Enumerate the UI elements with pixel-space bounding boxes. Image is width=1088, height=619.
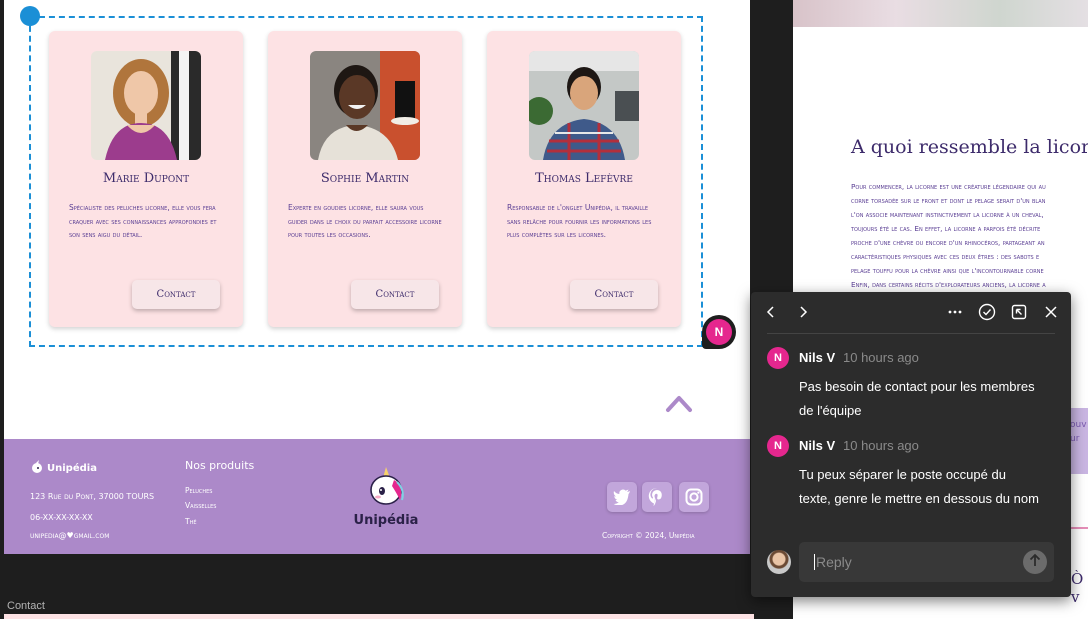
article-line: l'on associe maintenant instinctivement …	[851, 210, 1044, 219]
avatar: N	[767, 435, 789, 457]
comment-author: Nils V	[799, 350, 836, 365]
design-frame-team[interactable]: Marie Dupont Spécialiste des peluches li…	[4, 0, 750, 554]
footer-address: 123 Rue du Pont, 37000 TOURS	[30, 492, 155, 501]
pinterest-icon[interactable]	[642, 482, 672, 512]
member-description: Spécialiste des peluches licorne, elle v…	[69, 203, 217, 239]
article-title: A quoi ressemble la licorne?	[851, 136, 1088, 158]
site-footer: Unipédia 123 Rue du Pont, 37000 TOURS 06…	[4, 439, 750, 554]
selection-handle[interactable]	[20, 6, 40, 26]
current-user-avatar	[767, 550, 791, 574]
footer-products-title: Nos produits	[185, 459, 255, 472]
unicorn-logo-icon	[364, 467, 408, 510]
footer-copyright: Copyright © 2024, Unipédia	[602, 531, 695, 540]
footer-product-link[interactable]: Thé	[185, 517, 197, 526]
article-line: Pour commencer, la licorne est une créat…	[851, 182, 1046, 191]
scroll-to-top-icon[interactable]	[664, 392, 694, 414]
footer-brand-name: Unipédia	[353, 513, 419, 528]
footer-logo-text: Unipédia	[47, 463, 97, 474]
comment-pin[interactable]: N	[702, 315, 736, 349]
member-name: Marie Dupont	[102, 171, 190, 186]
footer-logo[interactable]: Unipédia	[30, 460, 97, 477]
article-line: toujours été le cas. En effet, la licorn…	[851, 224, 1041, 233]
photo-sophie-martin	[310, 51, 420, 160]
side-panel-text: ouv ur	[1070, 420, 1087, 444]
footer-brand[interactable]: Unipédia	[353, 466, 419, 528]
comment-timestamp: 10 hours ago	[843, 350, 919, 365]
clipped-heading: Ò v	[1071, 570, 1084, 606]
team-card-marie[interactable]: Marie Dupont Spécialiste des peluches li…	[49, 31, 243, 327]
comment-author: Nils V	[799, 438, 836, 453]
twitter-icon[interactable]	[607, 482, 637, 512]
comment-text: Tu peux séparer le poste occupé du texte…	[799, 467, 1039, 506]
article-line: caractéristiques physiques avec ces deux…	[851, 252, 1040, 261]
article-line: proche d'une chèvre ou encore d'un rhino…	[851, 238, 1045, 247]
text-caret	[814, 554, 815, 570]
footer-email[interactable]: unipedia@♥gmail.com	[30, 531, 109, 540]
photo-thomas-lefevre	[529, 51, 639, 160]
photo-marie-dupont	[91, 51, 201, 160]
chevron-left-icon[interactable]	[761, 302, 781, 322]
instagram-icon[interactable]	[679, 482, 709, 512]
arrow-up-icon	[1029, 553, 1041, 572]
article-paragraph: Pour commencer, la licorne est une créat…	[851, 180, 1088, 292]
contact-button[interactable]: Contact	[351, 280, 439, 309]
article-line: pelage touffu pour la chèvre ainsi que l…	[851, 266, 1044, 275]
close-icon[interactable]	[1041, 302, 1061, 322]
member-name: Sophie Martin	[320, 171, 410, 186]
next-frame-preview[interactable]	[4, 614, 754, 619]
member-description: Responsable de l'onglet Unipédia, il tra…	[507, 203, 652, 239]
footer-product-link[interactable]: Peluches	[185, 486, 212, 495]
contact-button[interactable]: Contact	[132, 280, 220, 309]
team-card-sophie[interactable]: Sophie Martin Experte en goudies licorne…	[268, 31, 462, 327]
frame-label[interactable]: Contact	[7, 600, 45, 612]
comment-text: Pas besoin de contact pour les membres d…	[799, 379, 1035, 418]
reply-input[interactable]	[816, 542, 1006, 582]
team-card-thomas[interactable]: Thomas Lefèvre Responsable de l'onglet U…	[487, 31, 681, 327]
member-description: Experte en goudies licorne, elle saura v…	[288, 203, 442, 239]
contact-button[interactable]: Contact	[570, 280, 658, 309]
footer-phone: 06-XX-XX-XX-XX	[30, 513, 93, 522]
article-line: Enfin, dans certains récits d'explorateu…	[851, 280, 1046, 289]
article-line: corne torsadée sur le front et dont le p…	[851, 196, 1046, 205]
comment-pin-avatar: N	[706, 319, 732, 345]
avatar: N	[767, 347, 789, 369]
header-divider	[767, 333, 1055, 334]
team-section[interactable]: Marie Dupont Spécialiste des peluches li…	[4, 0, 750, 439]
unicorn-icon	[30, 460, 44, 477]
comment-timestamp: 10 hours ago	[843, 438, 919, 453]
reply-box[interactable]	[799, 542, 1054, 582]
resolve-check-icon[interactable]	[977, 302, 997, 322]
comment-thread-panel: N Nils V 10 hours ago Pas besoin de cont…	[751, 292, 1071, 597]
open-external-icon[interactable]	[1009, 302, 1029, 322]
member-name: Thomas Lefèvre	[535, 171, 633, 186]
more-options-icon[interactable]	[945, 302, 965, 322]
chevron-right-icon[interactable]	[793, 302, 813, 322]
footer-product-link[interactable]: Vaisselles	[185, 501, 216, 510]
comment-panel-header	[751, 292, 1071, 332]
hero-image	[793, 0, 1088, 27]
send-button[interactable]	[1023, 550, 1047, 574]
